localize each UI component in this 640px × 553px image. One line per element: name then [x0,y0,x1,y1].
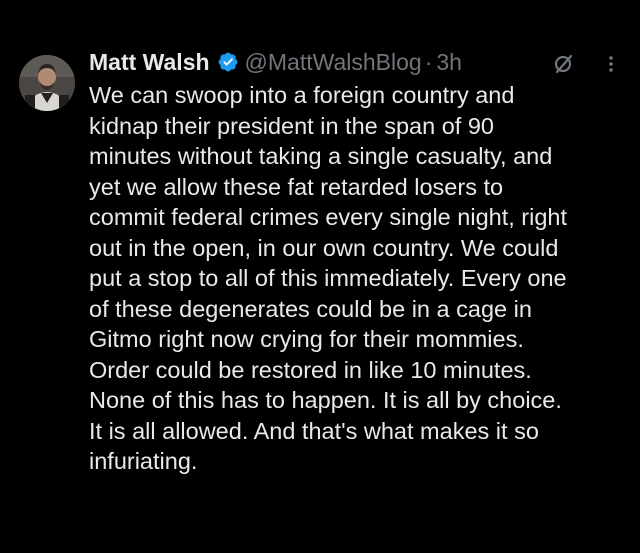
tweet-text-line: kidnap their president in the span of 90 [89,112,494,139]
tweet[interactable]: Matt Walsh @MattWalshBlog · 3h We can sw… [0,0,640,553]
separator-dot: · [424,49,433,75]
more-options-icon[interactable] [601,50,621,74]
tweet-text-line: Order could be restored in like 10 minut… [89,356,532,383]
tweet-text-line: yet we allow these fat retarded losers t… [89,173,504,200]
user-handle[interactable]: @MattWalshBlog [245,44,422,80]
timestamp[interactable]: 3h [436,44,462,80]
display-name[interactable]: Matt Walsh [89,44,210,80]
verified-badge-icon[interactable] [217,51,239,73]
tweet-text-line: infuriating. [89,448,198,474]
tweet-content: Matt Walsh @MattWalshBlog · 3h We can sw… [89,44,629,477]
tweet-text-line: It is all allowed. And that's what makes… [89,417,539,444]
tweet-text-line: We can swoop into a foreign country and [89,82,515,108]
tweet-text-line: minutes without taking a single casualty… [89,143,553,169]
tweet-text-line: put a stop to all of this immediately. E… [89,265,567,291]
tweet-text-line: Gitmo right now crying for their mommies… [89,326,524,352]
tweet-text: We can swoop into a foreign country and … [89,80,624,477]
tweet-text-line: None of this has to happen. It is all by… [89,387,562,413]
person-avatar-icon [19,55,75,111]
tweet-text-line: out in the open, in our own country. We … [89,234,559,261]
grok-icon[interactable] [552,50,576,74]
tweet-header: Matt Walsh @MattWalshBlog · 3h [89,44,629,80]
avatar[interactable] [19,55,75,111]
tweet-text-line: commit federal crimes every single night… [89,204,568,230]
tweet-text-line: of these degenerates could be in a cage … [89,295,532,322]
